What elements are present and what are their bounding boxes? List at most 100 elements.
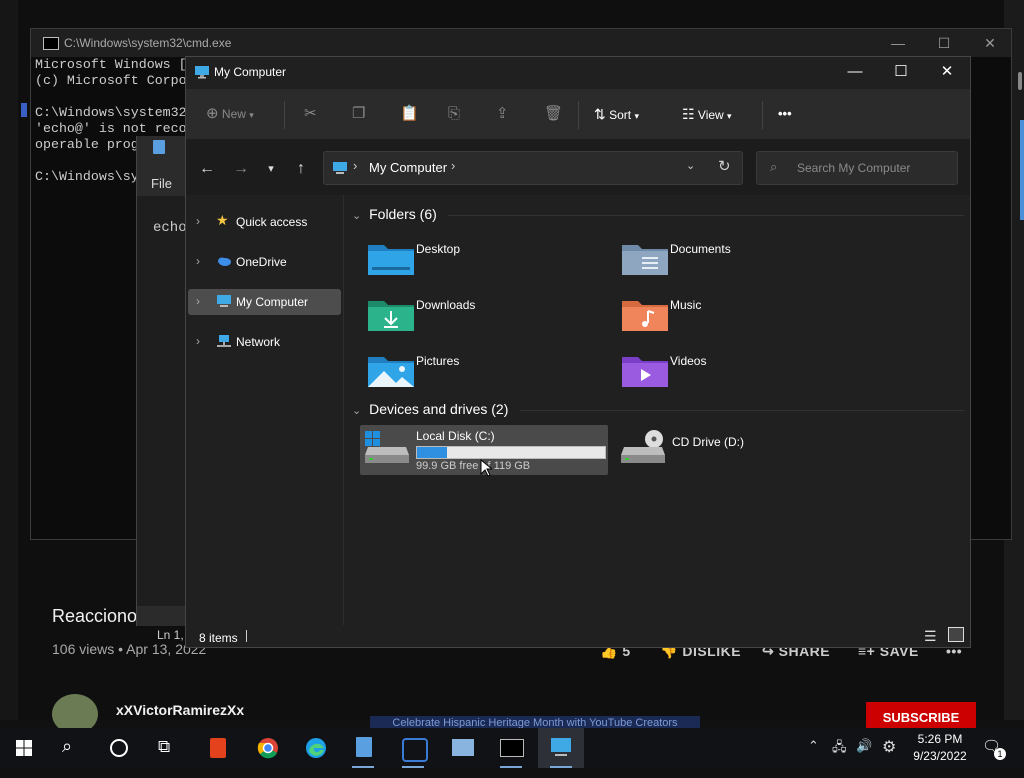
video-title[interactable]: Reacciono xyxy=(52,606,137,627)
cmd-side-marker xyxy=(21,103,27,117)
chevron-right-icon[interactable]: › xyxy=(196,214,200,228)
up-arrow-icon[interactable]: ↑ xyxy=(290,158,312,180)
delete-icon[interactable]: 🗑 xyxy=(544,102,563,126)
search-icon: ⌕ xyxy=(770,159,778,174)
paste-icon[interactable]: 📋 xyxy=(400,102,419,126)
sidebar-label: OneDrive xyxy=(236,255,287,269)
cmd-minimize-button[interactable]: — xyxy=(883,33,913,53)
notepad-file-menu[interactable]: File xyxy=(151,176,172,191)
channel-name[interactable]: xXVictorRamirezXx xyxy=(116,702,244,718)
task-view-icon[interactable]: ⧉ xyxy=(158,737,170,757)
tiles-view-icon[interactable] xyxy=(948,627,964,642)
cmd-close-button[interactable]: ✕ xyxy=(975,33,1005,53)
back-arrow-icon[interactable]: ← xyxy=(196,158,218,180)
sidebar-item-onedrive[interactable]: › OneDrive xyxy=(188,249,341,275)
sort-icon: ⇅ xyxy=(594,106,606,122)
drive-free-space: 99.9 GB free of 119 GB xyxy=(416,460,531,472)
cmd-maximize-button[interactable]: ☐ xyxy=(929,33,959,53)
cut-icon[interactable]: ✂ xyxy=(304,102,317,126)
sort-label: Sort xyxy=(609,108,632,122)
search-box[interactable]: ⌕ Search My Computer xyxy=(756,151,958,185)
folder-videos[interactable]: Videos xyxy=(620,349,850,399)
rename-icon[interactable]: ⎘ xyxy=(448,102,460,126)
start-icon[interactable] xyxy=(16,740,32,756)
folder-downloads[interactable]: Downloads xyxy=(366,293,596,343)
chevron-right-icon[interactable]: › xyxy=(196,294,200,308)
breadcrumb-chevron-icon[interactable]: › xyxy=(451,158,455,173)
show-hidden-icons[interactable]: ⌃ xyxy=(808,738,819,778)
folder-pictures[interactable]: Pictures xyxy=(366,349,596,399)
cortana-icon[interactable] xyxy=(110,739,128,757)
item-count: 8 items xyxy=(199,631,238,645)
breadcrumb-separator-icon: › xyxy=(353,158,358,173)
drives-group-header[interactable]: ⌄ Devices and drives (2) xyxy=(352,401,508,417)
monitor-icon xyxy=(217,295,231,307)
notepad-status: Ln 1, xyxy=(157,628,184,642)
sidebar-item-network[interactable]: › Network xyxy=(188,329,341,355)
status-divider xyxy=(246,630,247,642)
sidebar-item-my-computer[interactable]: › My Computer xyxy=(188,289,341,315)
terminal-icon[interactable] xyxy=(488,728,534,768)
explorer-minimize-button[interactable]: — xyxy=(832,57,878,87)
address-text[interactable]: My Computer xyxy=(369,160,447,175)
folder-label: Downloads xyxy=(416,298,476,312)
explorer-maximize-button[interactable]: ☐ xyxy=(878,57,924,87)
clock[interactable]: 5:26 PM 9/23/2022 xyxy=(908,731,972,765)
explorer-statusbar: 8 items ☰ xyxy=(186,625,970,647)
cloud-icon xyxy=(218,257,231,266)
new-label: New xyxy=(221,107,246,121)
new-button[interactable]: ⊕ New ▾ xyxy=(206,102,254,126)
drive-usage-fill xyxy=(417,447,448,458)
background-left-edge xyxy=(0,0,18,720)
edge-icon[interactable] xyxy=(292,728,338,768)
chrome-icon[interactable] xyxy=(244,728,290,768)
image-viewer-icon[interactable] xyxy=(440,728,486,768)
cmd-titlebar[interactable]: C:\Windows\system32\cmd.exe — ☐ ✕ xyxy=(31,29,1011,57)
recent-locations-icon[interactable]: ▾ xyxy=(260,158,282,180)
subscribe-button[interactable]: SUBSCRIBE xyxy=(866,702,976,730)
address-dropdown-icon[interactable]: ⌄ xyxy=(686,159,695,172)
connect-icon[interactable] xyxy=(390,728,436,768)
sort-button[interactable]: ⇅ Sort ▾ xyxy=(594,102,639,126)
sidebar-label: Quick access xyxy=(236,215,308,229)
explorer-toolbar: ⊕ New ▾ ✂ ❐ 📋 ⎘ ⇪ 🗑 ⇅ Sort ▾ ☷ View ▾ ••… xyxy=(186,89,970,140)
heritage-banner[interactable]: Celebrate Hispanic Heritage Month with Y… xyxy=(370,716,700,728)
notepad-icon xyxy=(153,140,165,154)
folders-header-label: Folders (6) xyxy=(369,206,437,222)
copy-icon[interactable]: ❐ xyxy=(352,102,365,126)
sidebar-item-quick-access[interactable]: › ★ Quick access xyxy=(188,209,341,235)
folder-desktop[interactable]: Desktop xyxy=(366,237,596,287)
explorer-titlebar[interactable]: My Computer — ☐ ✕ xyxy=(186,57,970,89)
notepad-icon[interactable] xyxy=(340,728,386,768)
details-view-icon[interactable]: ☰ xyxy=(924,628,937,645)
explorer-navbar: ← → ▾ ↑ › My Computer › ⌄ ↻ ⌕ Search My … xyxy=(186,139,970,195)
folder-music[interactable]: Music xyxy=(620,293,850,343)
forward-arrow-icon[interactable]: → xyxy=(230,158,252,180)
folder-documents[interactable]: Documents xyxy=(620,237,850,287)
settings-gear-icon[interactable]: ⚙ xyxy=(882,737,896,777)
address-bar[interactable]: › My Computer › ⌄ ↻ xyxy=(323,151,743,185)
search-icon[interactable]: ⌕ xyxy=(62,736,72,757)
drive-label: CD Drive (D:) xyxy=(672,435,744,449)
group-divider xyxy=(448,215,964,216)
monitor-icon xyxy=(195,66,209,79)
clock-date: 9/23/2022 xyxy=(913,749,967,763)
my-computer-icon[interactable] xyxy=(538,728,584,768)
search-input[interactable]: Search My Computer xyxy=(797,161,910,175)
explorer-close-button[interactable]: ✕ xyxy=(924,57,970,87)
drive-cd[interactable]: CD Drive (D:) xyxy=(620,425,820,475)
chevron-right-icon[interactable]: › xyxy=(196,254,200,268)
folder-label: Desktop xyxy=(416,242,461,256)
see-more-button[interactable]: ••• xyxy=(778,102,792,126)
group-divider xyxy=(520,410,964,411)
refresh-icon[interactable]: ↻ xyxy=(718,157,731,175)
drive-usage-bar xyxy=(416,446,606,459)
chevron-right-icon[interactable]: › xyxy=(196,334,200,348)
view-button[interactable]: ☷ View ▾ xyxy=(682,102,732,126)
drive-label: Local Disk (C:) xyxy=(416,429,495,443)
share-icon[interactable]: ⇪ xyxy=(496,102,509,126)
network-tray-icon[interactable]: 🖧 xyxy=(832,738,847,778)
folders-group-header[interactable]: ⌄ Folders (6) xyxy=(352,206,437,222)
volume-icon[interactable]: 🔊 xyxy=(856,738,872,778)
office-icon[interactable] xyxy=(196,728,242,768)
